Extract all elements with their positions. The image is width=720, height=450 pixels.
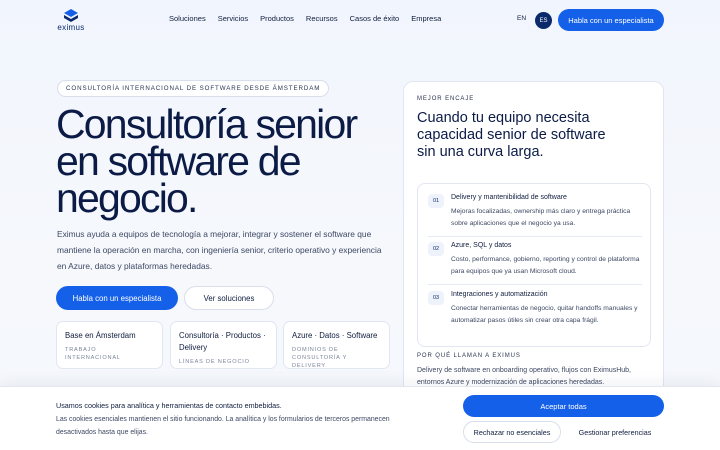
hero-secondary-button[interactable]: Ver soluciones <box>184 286 274 310</box>
header-cta-button[interactable]: Habla con un especialista <box>558 9 664 31</box>
hero-primary-button[interactable]: Habla con un especialista <box>56 286 178 310</box>
reject-nonessential-button[interactable]: Rechazar no esenciales <box>463 421 561 443</box>
item-number: 02 <box>428 242 444 256</box>
manage-preferences-button[interactable]: Gestionar preferencias <box>566 421 664 443</box>
card-title: Cuando tu equipo necesita capacidad seni… <box>417 110 606 160</box>
hero-kicker: CONSULTORÍA INTERNACIONAL DE SOFTWARE DE… <box>57 80 330 97</box>
card-item-list: 01 Delivery y mantenibilidad de software… <box>417 183 651 347</box>
nav-empresa[interactable]: Empresa <box>411 14 441 23</box>
why-kicker: POR QUÉ LLAMAN A EXIMUS <box>417 353 521 359</box>
hero-description: Eximus ayuda a equipos de tecnología a m… <box>57 229 382 271</box>
site-header: eximus Soluciones Servicios Productos Re… <box>0 0 720 40</box>
nav-casos-de-exito[interactable]: Casos de éxito <box>350 14 400 23</box>
best-fit-card: MEJOR ENCAJE Cuando tu equipo necesita c… <box>403 81 664 401</box>
accept-all-button[interactable]: Aceptar todas <box>463 395 664 417</box>
nav-productos[interactable]: Productos <box>260 14 294 23</box>
lang-en-link[interactable]: EN <box>517 15 526 22</box>
item-title: Azure, SQL y datos <box>451 242 512 249</box>
stat-card-base: Base en Ámsterdam TRABAJO INTERNACIONAL <box>56 321 163 369</box>
item-number: 01 <box>428 194 444 208</box>
nav-servicios[interactable]: Servicios <box>218 14 248 23</box>
card-kicker: MEJOR ENCAJE <box>417 96 475 102</box>
eximus-logo-icon <box>64 9 78 22</box>
hero-title: Consultoría senior en software de negoci… <box>56 101 358 221</box>
lang-es-active[interactable]: ES <box>535 12 552 29</box>
stat-title: Base en Ámsterdam <box>65 331 136 340</box>
divider <box>428 284 642 285</box>
item-title: Delivery y mantenibilidad de software <box>451 194 567 201</box>
eximus-logo[interactable]: eximus <box>56 8 86 34</box>
stat-title: Azure · Datos · Software <box>292 331 378 340</box>
stat-card-domains: Azure · Datos · Software DOMINIOS DE CON… <box>283 321 390 369</box>
cookie-banner: Usamos cookies para analítica y herramie… <box>0 386 720 450</box>
nav-recursos[interactable]: Recursos <box>306 14 338 23</box>
divider <box>428 236 642 237</box>
stat-card-lines: Consultoría · Productos · Delivery LÍNEA… <box>170 321 277 369</box>
stat-subtitle: TRABAJO INTERNACIONAL <box>65 347 121 361</box>
nav-soluciones[interactable]: Soluciones <box>169 14 206 23</box>
stat-title: Consultoría · Productos · Delivery <box>179 331 266 352</box>
item-number: 03 <box>428 291 444 305</box>
cookie-text: Las cookies esenciales mantienen el siti… <box>56 416 390 436</box>
cookie-title: Usamos cookies para analítica y herramie… <box>56 401 282 410</box>
item-title: Integraciones y automatización <box>451 291 548 298</box>
item-description: Costo, performance, gobierno, reporting … <box>451 256 640 275</box>
stat-subtitle: LÍNEAS DE NEGOCIO <box>179 359 250 365</box>
main-nav: Soluciones Servicios Productos Recursos … <box>169 14 453 23</box>
logo-text: eximus <box>57 23 85 32</box>
item-description: Mejoras focalizadas, ownership más claro… <box>451 208 631 227</box>
item-description: Conectar herramientas de negocio, quitar… <box>451 305 638 324</box>
stat-subtitle: DOMINIOS DE CONSULTORÍA Y DELIVERY <box>292 347 348 369</box>
